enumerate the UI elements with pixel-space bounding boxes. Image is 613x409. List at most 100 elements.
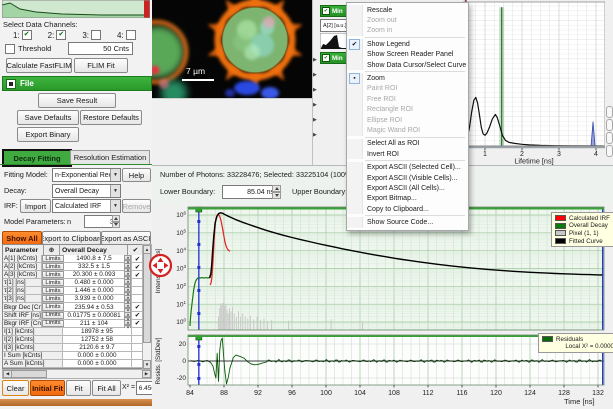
- parameter-value[interactable]: 18978 ± 95: [63, 328, 131, 335]
- collapse-icon[interactable]: [6, 79, 16, 89]
- menu-item-export-ascii-selected-cell[interactable]: Export ASCII (Selected Cell)...: [347, 162, 468, 172]
- irf-select[interactable]: Calculated IRF▼: [52, 199, 121, 213]
- limits-button[interactable]: Limits: [42, 271, 64, 278]
- file-section-header[interactable]: File: [2, 76, 152, 91]
- menu-item-zoom[interactable]: ▪Zoom: [347, 73, 468, 83]
- export-as-ascii-button[interactable]: Export as ASCII: [101, 231, 151, 245]
- limits-button[interactable]: Limits: [42, 295, 64, 302]
- microscopy-image-panel[interactable]: 7 µm: [152, 0, 312, 98]
- value-stepper[interactable]: [124, 312, 131, 319]
- parameter-value[interactable]: 332.5 ± 1.5: [64, 263, 124, 270]
- parameter-value[interactable]: 0.000 ± 0.000: [63, 360, 131, 367]
- calculate-fastflim-button[interactable]: Calculate FastFLIM: [6, 58, 72, 73]
- menu-item-show-data-cursor-select-curve[interactable]: Show Data Cursor/Select Curve: [347, 60, 468, 70]
- remove-irf-button[interactable]: Remove: [122, 199, 151, 213]
- parameter-value[interactable]: 1.446 ± 0.000: [64, 287, 124, 294]
- channel-4-checkbox[interactable]: [126, 30, 136, 40]
- lower-boundary-stepper[interactable]: [272, 185, 281, 199]
- parameter-value[interactable]: 211 ± 104: [64, 320, 124, 327]
- parameter-value[interactable]: 12752 ± 58: [63, 336, 131, 343]
- globe-icon[interactable]: ⊕: [44, 245, 60, 255]
- menu-item-invert-roi[interactable]: Invert ROI: [347, 149, 468, 159]
- channel-3-checkbox[interactable]: [91, 30, 101, 40]
- help-button[interactable]: Help: [122, 168, 151, 182]
- decay-select[interactable]: Overall Decay▼: [52, 184, 121, 198]
- collapsed-control[interactable]: [606, 106, 613, 118]
- threshold-checkbox[interactable]: [5, 44, 15, 54]
- limits-button[interactable]: Limits: [42, 312, 64, 319]
- collapsed-control[interactable]: [606, 145, 613, 157]
- limits-button[interactable]: Limits: [42, 287, 64, 294]
- splitter-arrow-icon[interactable]: ▶: [313, 73, 319, 78]
- splitter-arrow-icon[interactable]: ▶: [313, 88, 319, 93]
- scroll-right-icon[interactable]: ▶: [142, 370, 151, 378]
- scroll-down-icon[interactable]: ▼: [143, 360, 151, 369]
- fit-all-button[interactable]: Fit All: [92, 380, 121, 396]
- value-stepper[interactable]: [124, 263, 131, 270]
- value-stepper[interactable]: [124, 303, 131, 310]
- table-horizontal-scrollbar[interactable]: ◀ ▶: [2, 369, 152, 379]
- decay-preview-thumbnail[interactable]: [2, 0, 150, 18]
- collapsed-control[interactable]: [606, 132, 613, 144]
- value-stepper[interactable]: [124, 279, 131, 286]
- menu-item-show-legend[interactable]: ✔Show Legend: [347, 39, 468, 49]
- limits-button[interactable]: Limits: [42, 279, 64, 286]
- splitter-arrow-icon[interactable]: ▶: [313, 103, 319, 108]
- splitter-arrow-icon[interactable]: ▶: [313, 133, 319, 138]
- parameter-value[interactable]: 0.480 ± 0.000: [64, 279, 124, 286]
- lower-boundary-field[interactable]: 85.04 ns: [222, 185, 278, 199]
- parameter-value[interactable]: 3.939 ± 0.000: [64, 295, 124, 302]
- limits-button[interactable]: Limits: [42, 263, 64, 270]
- model-parameters-n-stepper[interactable]: [112, 215, 120, 228]
- save-result-button[interactable]: Save Result: [38, 93, 116, 108]
- limits-button[interactable]: Limits: [42, 255, 64, 262]
- threshold-value-field[interactable]: 50 Cnts: [68, 42, 133, 55]
- value-stepper[interactable]: [124, 320, 131, 327]
- decay-plot-panel[interactable]: 8488929610010410811211612012412813210610…: [152, 205, 613, 409]
- limits-button[interactable]: Limits: [42, 320, 64, 327]
- save-defaults-button[interactable]: Save Defaults: [17, 110, 79, 125]
- chevron-down-icon: ▼: [110, 169, 120, 181]
- channel-1-checkbox[interactable]: ✔: [22, 30, 32, 40]
- parameter-value[interactable]: 235.94 ± 0.53: [64, 303, 124, 310]
- channel-2-checkbox[interactable]: ✔: [56, 30, 66, 40]
- export-binary-button[interactable]: Export Binary: [17, 127, 79, 142]
- flim-fit-button[interactable]: FLIM Fit: [74, 58, 128, 73]
- value-stepper[interactable]: [124, 271, 131, 278]
- parameter-value[interactable]: 20.300 ± 0.093: [64, 271, 124, 278]
- restore-defaults-button[interactable]: Restore Defaults: [80, 110, 142, 125]
- menu-item-show-screen-reader-panel[interactable]: Show Screen Reader Panel: [347, 50, 468, 60]
- clear-button[interactable]: Clear: [2, 380, 29, 396]
- menu-item-copy-to-clipboard[interactable]: Copy to Clipboard...: [347, 204, 468, 214]
- menu-item-rescale[interactable]: Rescale: [347, 5, 468, 15]
- show-all-button[interactable]: Show All: [2, 231, 42, 245]
- limits-button[interactable]: Limits: [42, 303, 64, 310]
- collapsed-control[interactable]: [606, 119, 613, 131]
- splitter-arrow-icon[interactable]: ▶: [313, 58, 319, 63]
- tab-resolution-estimation[interactable]: Resolution Estimation: [70, 150, 150, 165]
- export-to-clipboard-button[interactable]: Export to Clipboard: [42, 231, 101, 245]
- menu-item-export-bitmap[interactable]: Export Bitmap...: [347, 194, 468, 204]
- scrollbar-thumb[interactable]: [11, 370, 47, 378]
- lifetime-histogram-panel[interactable]: 1234Lifetime [ns]: [458, 0, 613, 165]
- import-irf-button[interactable]: Import: [20, 199, 51, 213]
- parameter-value[interactable]: 0.01775 ± 0.00081: [64, 312, 124, 319]
- menu-item-show-source-code[interactable]: Show Source Code...: [347, 217, 468, 227]
- parameter-value[interactable]: 0.000 ± 0.000: [63, 352, 131, 359]
- menu-item-export-ascii-all-cells[interactable]: Export ASCII (All Cells)...: [347, 183, 468, 193]
- pan-zoom-tool-icon[interactable]: [148, 253, 173, 278]
- fit-button[interactable]: Fit: [66, 380, 91, 396]
- display-parameter-select[interactable]: A[2] [a.u.]: [320, 19, 349, 32]
- splitter-arrow-icon[interactable]: ▶: [313, 118, 319, 123]
- cell-image[interactable]: [152, 0, 312, 98]
- parameter-value[interactable]: 1490.8 ± 7.5: [64, 255, 124, 262]
- value-stepper[interactable]: [124, 295, 131, 302]
- menu-item-select-all-as-roi[interactable]: Select All as ROI: [347, 139, 468, 149]
- value-stepper[interactable]: [124, 287, 131, 294]
- fitting-model-select[interactable]: n-Exponential Reconvolutio▼: [52, 168, 121, 182]
- parameter-value[interactable]: 2120.6 ± 9.7: [63, 344, 131, 351]
- menu-item-export-ascii-visible-cells[interactable]: Export ASCII (Visible Cells)...: [347, 173, 468, 183]
- parameter-histogram-thumbnail[interactable]: [320, 33, 347, 49]
- value-stepper[interactable]: [124, 255, 131, 262]
- initial-fit-button[interactable]: Initial Fit: [30, 380, 65, 396]
